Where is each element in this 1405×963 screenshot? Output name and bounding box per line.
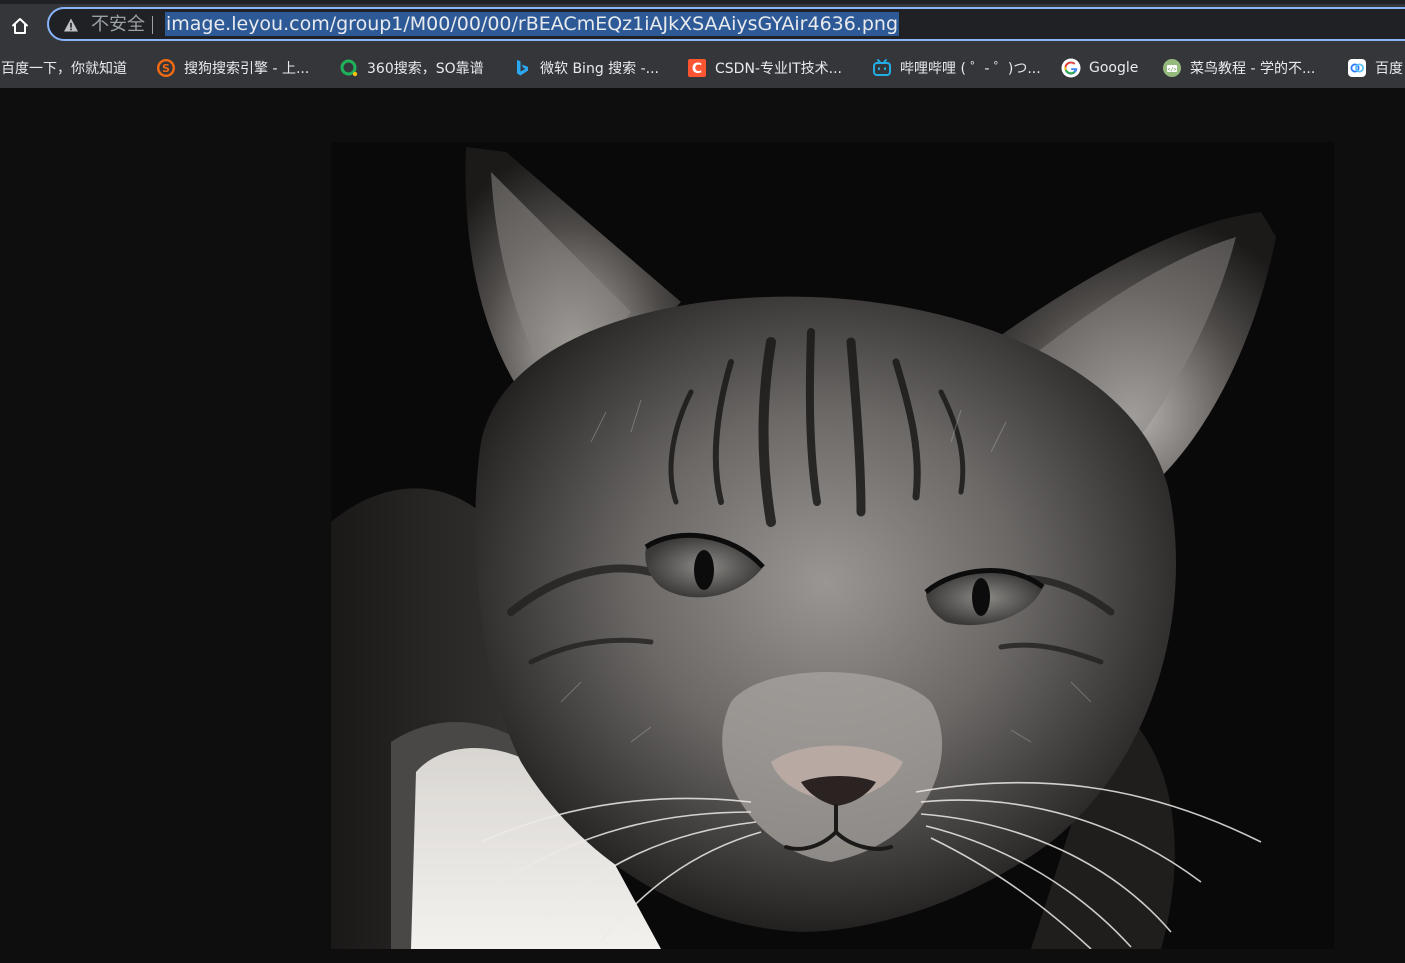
bookmark-label: 搜狗搜索引擎 - 上... [184, 61, 310, 77]
csdn-icon: C [687, 58, 707, 78]
svg-text:S: S [162, 62, 170, 75]
bookmark-google[interactable]: Google [1061, 56, 1138, 80]
google-icon [1061, 58, 1081, 78]
bookmark-baidu[interactable]: 百度一下，你就知道 [1, 56, 127, 80]
bookmark-label: 哔哩哔哩 ( ゜- ゜)つ... [900, 61, 1041, 77]
address-bar[interactable]: 不安全 image.leyou.com/group1/M00/00/00/rBE… [47, 7, 1405, 41]
bookmark-label: 微软 Bing 搜索 -... [540, 61, 660, 77]
bookmark-baidu-cloud[interactable]: 百度 [1347, 56, 1403, 80]
image-viewer [0, 88, 1405, 963]
sogou-icon: S [156, 58, 176, 78]
bookmark-bilibili[interactable]: 哔哩哔哩 ( ゜- ゜)つ... [872, 56, 1041, 80]
bookmark-label: 菜鸟教程 - 学的不... [1190, 61, 1316, 77]
warning-triangle-icon[interactable] [63, 17, 79, 33]
bookmark-label: 360搜索，SO靠谱 [367, 61, 484, 77]
url-input[interactable]: image.leyou.com/group1/M00/00/00/rBEACmE… [165, 12, 900, 36]
bookmark-so360[interactable]: 360搜索，SO靠谱 [339, 56, 484, 80]
browser-toolbar: 不安全 image.leyou.com/group1/M00/00/00/rBE… [0, 0, 1405, 48]
runoob-icon: </> [1162, 58, 1182, 78]
tab-strip-edge [0, 0, 1405, 4]
bookmarks-bar: 百度一下，你就知道 S 搜狗搜索引擎 - 上... 360搜索，SO靠谱 微软 … [0, 48, 1405, 88]
bookmark-label: 百度 [1375, 61, 1403, 77]
so360-icon [339, 58, 359, 78]
bing-icon [512, 58, 532, 78]
bilibili-icon [872, 58, 892, 78]
bookmark-label: Google [1089, 60, 1139, 76]
svg-text:</>: </> [1167, 67, 1176, 73]
svg-text:C: C [692, 61, 702, 77]
bookmark-sogou[interactable]: S 搜狗搜索引擎 - 上... [156, 56, 309, 80]
bookmark-label: 百度一下，你就知道 [1, 61, 127, 77]
home-icon [10, 16, 30, 36]
bookmark-runoob[interactable]: </> 菜鸟教程 - 学的不... [1162, 56, 1315, 80]
baidu-cloud-icon [1347, 58, 1367, 78]
omnibox-divider [152, 16, 153, 34]
bookmark-csdn[interactable]: C CSDN-专业IT技术... [687, 56, 842, 80]
security-status-label[interactable]: 不安全 [91, 15, 145, 35]
cat-photo[interactable] [331, 142, 1334, 949]
home-button[interactable] [6, 12, 34, 40]
bookmark-bing[interactable]: 微软 Bing 搜索 -... [512, 56, 659, 80]
bookmark-label: CSDN-专业IT技术... [715, 61, 842, 77]
